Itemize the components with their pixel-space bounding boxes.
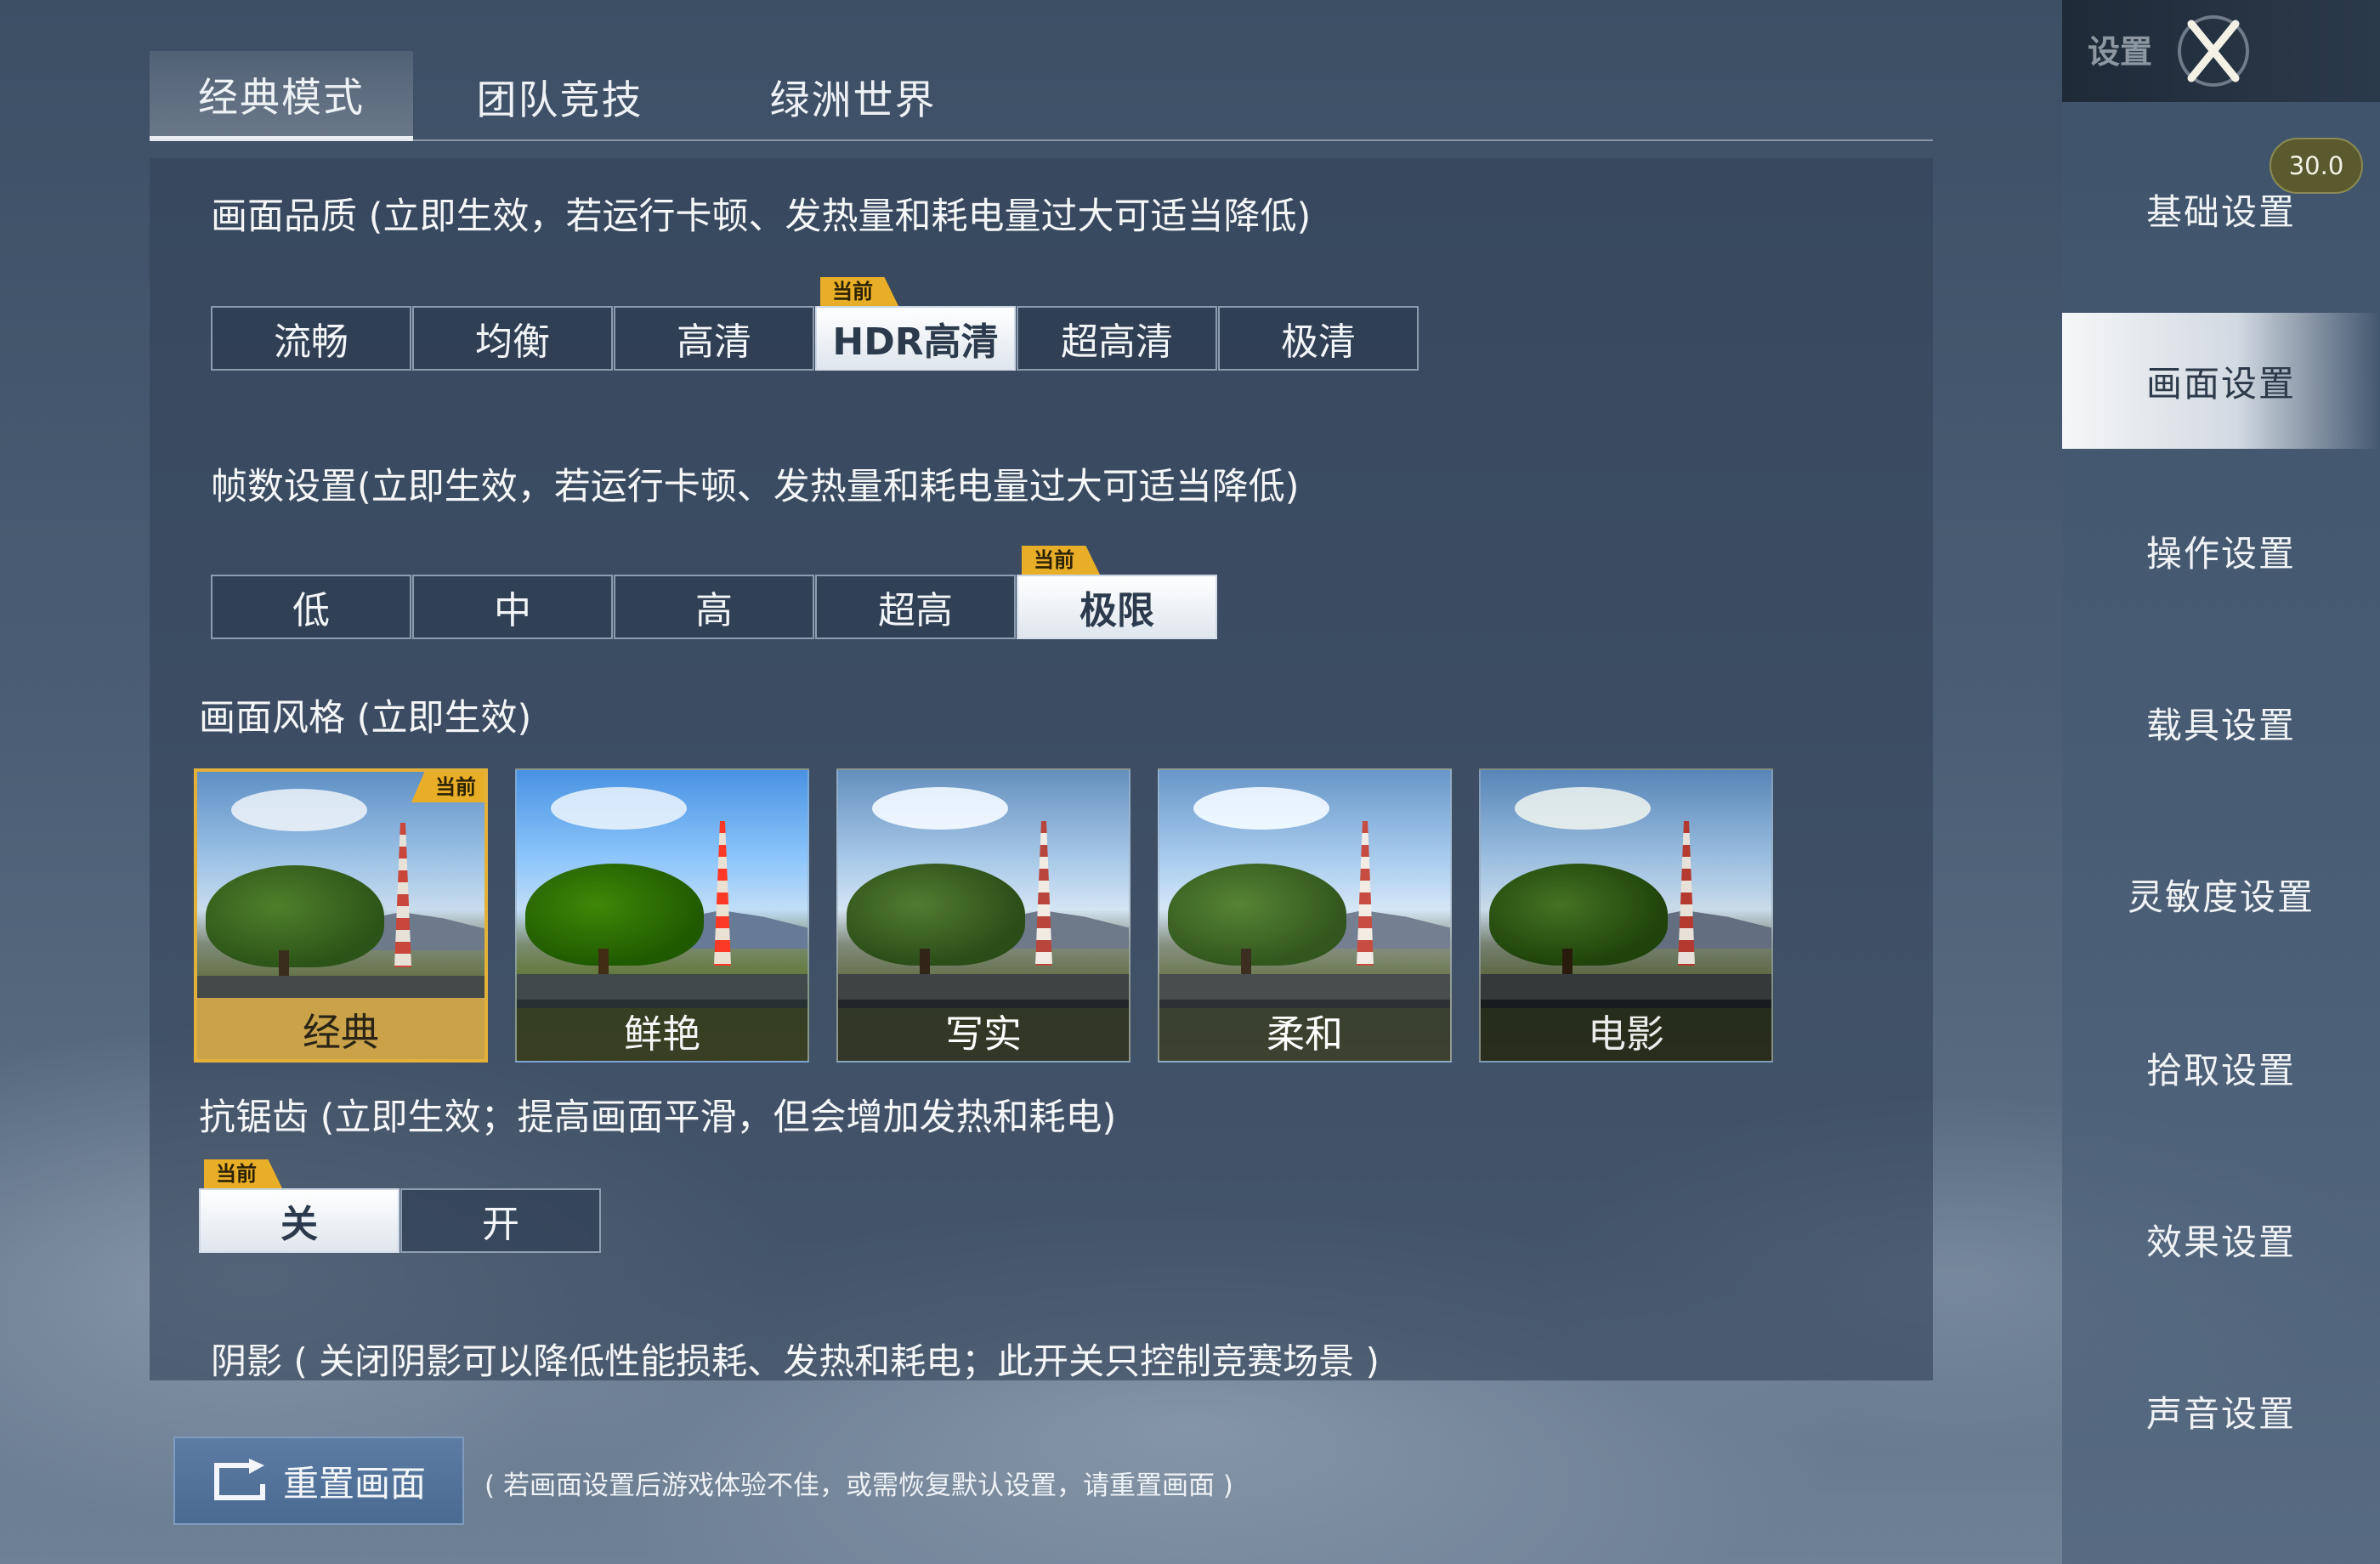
fps-option-high[interactable]: 高 (614, 575, 814, 639)
sidebar-item-controls[interactable]: 操作设置 (2062, 483, 2380, 619)
current-badge: 当前 (820, 277, 898, 306)
cloud (1515, 787, 1651, 830)
fps-option-medium[interactable]: 中 (412, 575, 613, 639)
sidebar-item-pickup[interactable]: 拾取设置 (2062, 1000, 2380, 1136)
tree (525, 864, 704, 966)
radio-tower (1035, 821, 1052, 966)
tree (206, 865, 384, 967)
sidebar-item-effects[interactable]: 效果设置 (2062, 1171, 2380, 1307)
style-option-label: 电影 (1481, 1000, 1771, 1061)
radio-tower (1678, 821, 1695, 966)
quality-option-hdr[interactable]: 当前 HDR高清 (815, 277, 1016, 371)
style-option-label: 写实 (838, 1000, 1129, 1061)
antialias-title: 抗锯齿 (立即生效；提高画面平滑，但会增加发热和耗电) (199, 1096, 1117, 1139)
reset-icon (213, 1459, 265, 1500)
quality-selector: 流畅 均衡 高清 当前 HDR高清 超高清 极清 (211, 277, 1420, 371)
fps-option-ultra[interactable]: 超高 (815, 575, 1016, 639)
radio-tower (714, 821, 731, 966)
tree (1489, 864, 1668, 966)
style-option-cinematic[interactable]: 电影 (1479, 768, 1773, 1062)
cloud (231, 789, 367, 831)
style-option-soft[interactable]: 柔和 (1158, 768, 1452, 1062)
fps-option-extreme[interactable]: 当前 极限 (1017, 546, 1217, 639)
reset-graphics-label: 重置画面 (282, 1462, 426, 1504)
antialias-option-off-label: 关 (280, 1203, 318, 1246)
tab-oasis-world[interactable]: 绿洲世界 (706, 51, 1000, 141)
sidebar-item-graphics[interactable]: 画面设置 (2062, 313, 2380, 449)
antialias-option-on[interactable]: 开 (400, 1188, 601, 1253)
style-thumbnails: 当前 经典 鲜艳 写实 柔和 电影 (194, 768, 1800, 1062)
sidebar-title: 设置 (2088, 33, 2153, 71)
tab-classic-mode[interactable]: 经典模式 (150, 51, 413, 141)
reset-graphics-button[interactable]: 重置画面 (173, 1436, 464, 1525)
tab-team-deathmatch[interactable]: 团队竞技 (413, 51, 706, 141)
radio-tower (394, 823, 411, 967)
cloud (551, 787, 687, 830)
tree (847, 864, 1025, 966)
style-option-classic[interactable]: 当前 经典 (194, 768, 488, 1062)
style-option-vivid[interactable]: 鲜艳 (515, 768, 809, 1062)
sidebar-item-sensitivity[interactable]: 灵敏度设置 (2062, 826, 2380, 962)
quality-option-balanced[interactable]: 均衡 (412, 306, 613, 371)
antialias-option-off[interactable]: 当前 关 (199, 1159, 400, 1253)
style-option-label: 柔和 (1159, 1000, 1450, 1061)
style-option-realistic[interactable]: 写实 (836, 768, 1130, 1062)
current-badge: 当前 (411, 772, 484, 802)
close-icon[interactable] (2173, 10, 2254, 92)
shadow-title: 阴影 ( 关闭阴影可以降低性能损耗、发热和耗电；此开关只控制竞赛场景 ) (211, 1340, 1380, 1382)
reset-note: ( 若画面设置后游戏体验不佳，或需恢复默认设置，请重置画面 ) (484, 1470, 1233, 1501)
cloud (1193, 787, 1329, 830)
mode-tabs: 经典模式 团队竞技 绿洲世界 (150, 51, 1000, 143)
sidebar-header: 设置 (2062, 0, 2380, 102)
sidebar-item-vehicle[interactable]: 载具设置 (2062, 654, 2380, 790)
fps-option-extreme-label: 极限 (1080, 589, 1154, 632)
style-title: 画面风格 (立即生效) (199, 697, 532, 740)
quality-option-uhd[interactable]: 超高清 (1017, 306, 1217, 371)
radio-tower (1357, 821, 1374, 966)
quality-option-extreme[interactable]: 极清 (1218, 306, 1419, 371)
cloud (872, 787, 1008, 830)
current-badge: 当前 (204, 1159, 282, 1188)
style-option-label: 鲜艳 (517, 1000, 808, 1061)
antialias-selector: 当前 关 开 (199, 1159, 602, 1253)
quality-option-hdr-label: HDR高清 (832, 320, 999, 364)
fps-title: 帧数设置(立即生效，若运行卡顿、发热量和耗电量过大可适当降低) (211, 466, 1300, 508)
tab-divider (150, 139, 1933, 141)
sidebar-item-sound[interactable]: 声音设置 (2062, 1343, 2380, 1479)
sidebar-item-basic[interactable]: 基础设置 (2062, 141, 2380, 277)
current-badge: 当前 (1022, 546, 1100, 575)
tree (1168, 864, 1346, 966)
style-option-label: 经典 (197, 998, 484, 1059)
quality-title: 画面品质 (立即生效，若运行卡顿、发热量和耗电量过大可适当降低) (211, 196, 1312, 238)
fps-selector: 低 中 高 超高 当前 极限 (211, 546, 1218, 639)
quality-option-smooth[interactable]: 流畅 (211, 306, 411, 371)
quality-option-hd[interactable]: 高清 (614, 306, 814, 371)
fps-option-low[interactable]: 低 (211, 575, 411, 639)
